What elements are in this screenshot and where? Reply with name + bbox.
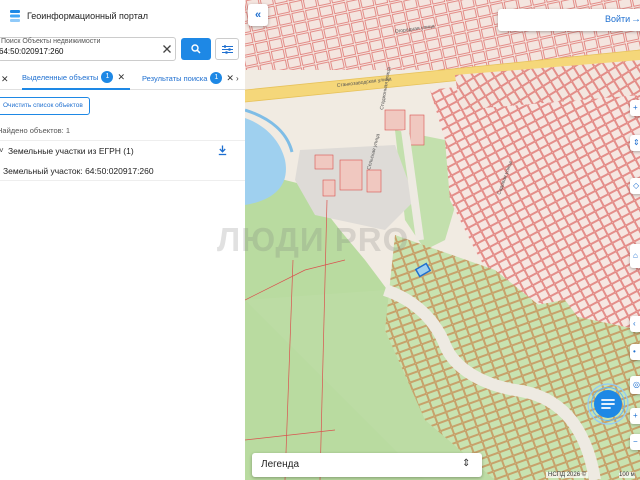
chat-icon[interactable] [586, 382, 630, 426]
zoom-in-button[interactable]: + [630, 408, 640, 424]
close-icon[interactable]: ✕ [1, 74, 9, 85]
filter-button[interactable] [215, 38, 239, 60]
map-tool-button[interactable]: • [630, 344, 640, 360]
chevron-down-icon[interactable]: ˅ [0, 146, 4, 155]
search-button[interactable] [181, 38, 211, 60]
search-input[interactable] [0, 47, 149, 56]
list-item[interactable]: Земельный участок: 64:50:020917:260 [0, 161, 245, 181]
list-item-label: Земельный участок: 64:50:020917:260 [3, 166, 154, 176]
login-button[interactable]: Войти → [498, 9, 640, 31]
tab-search-results[interactable]: Результаты поиска 1 ✕ [142, 66, 240, 90]
search-icon [191, 44, 201, 54]
tab-bar: ✕ Выделенные объекты 1 ✕ Результаты поис… [0, 66, 245, 90]
app-header: Геоинформационный портал [0, 0, 245, 34]
map-tool-button[interactable]: ‹ [630, 316, 640, 332]
map-canvas[interactable]: Станкозаводская улица Стадионная улица С… [245, 0, 640, 480]
map-tool-button[interactable]: ◇ [630, 178, 640, 194]
clear-list-button[interactable]: Очистить список объектов [0, 97, 90, 115]
login-icon: → [631, 14, 640, 25]
login-label: Войти [605, 14, 631, 24]
tab-count-badge: 1 [101, 71, 114, 83]
close-icon[interactable] [162, 44, 172, 54]
download-icon[interactable] [218, 145, 227, 156]
left-panel: Геоинформационный портал Поиск Объекты н… [0, 0, 245, 480]
chevron-updown-icon: ⇕ [462, 458, 471, 469]
tab-label: Результаты поиска [142, 73, 208, 83]
tab-count-badge: 1 [210, 72, 223, 84]
map-copyright: НСПД 2026 © [546, 472, 589, 478]
chevron-right-icon[interactable]: › [236, 74, 239, 83]
map-tool-button[interactable]: ⇕ [630, 135, 640, 151]
found-count: Найдено объектов: 1 [0, 126, 71, 135]
map-tool-button[interactable]: ⌂ [630, 244, 640, 268]
zoom-out-button[interactable]: − [630, 434, 640, 450]
tab-label: Выделенные объекты [22, 72, 99, 82]
legend-label: Легенда [261, 459, 300, 470]
close-icon[interactable]: ✕ [226, 73, 234, 84]
map-tool-button[interactable]: ◎ [630, 376, 640, 394]
close-icon[interactable]: ✕ [117, 72, 125, 83]
sliders-icon [222, 45, 233, 54]
map-tool-button[interactable]: + [630, 100, 640, 116]
layers-logo-icon [10, 10, 20, 22]
chevron-double-left-icon[interactable]: « [248, 4, 268, 26]
tab-selected-objects[interactable]: Выделенные объекты 1 ✕ [22, 66, 130, 90]
result-group-label: Земельные участки из ЕГРН (1) [8, 146, 134, 156]
map-scale: 100 м [619, 472, 635, 478]
search-field-label: Поиск Объекты недвижимости [1, 38, 101, 45]
legend-dropdown[interactable]: Легенда ⇕ [252, 453, 482, 477]
result-group[interactable]: ˅ Земельные участки из ЕГРН (1) [0, 140, 245, 160]
search-field[interactable]: Поиск Объекты недвижимости [0, 37, 176, 61]
map-layer[interactable]: Станкозаводская улица Стадионная улица С… [245, 0, 640, 480]
app-title: Геоинформационный портал [27, 11, 148, 21]
